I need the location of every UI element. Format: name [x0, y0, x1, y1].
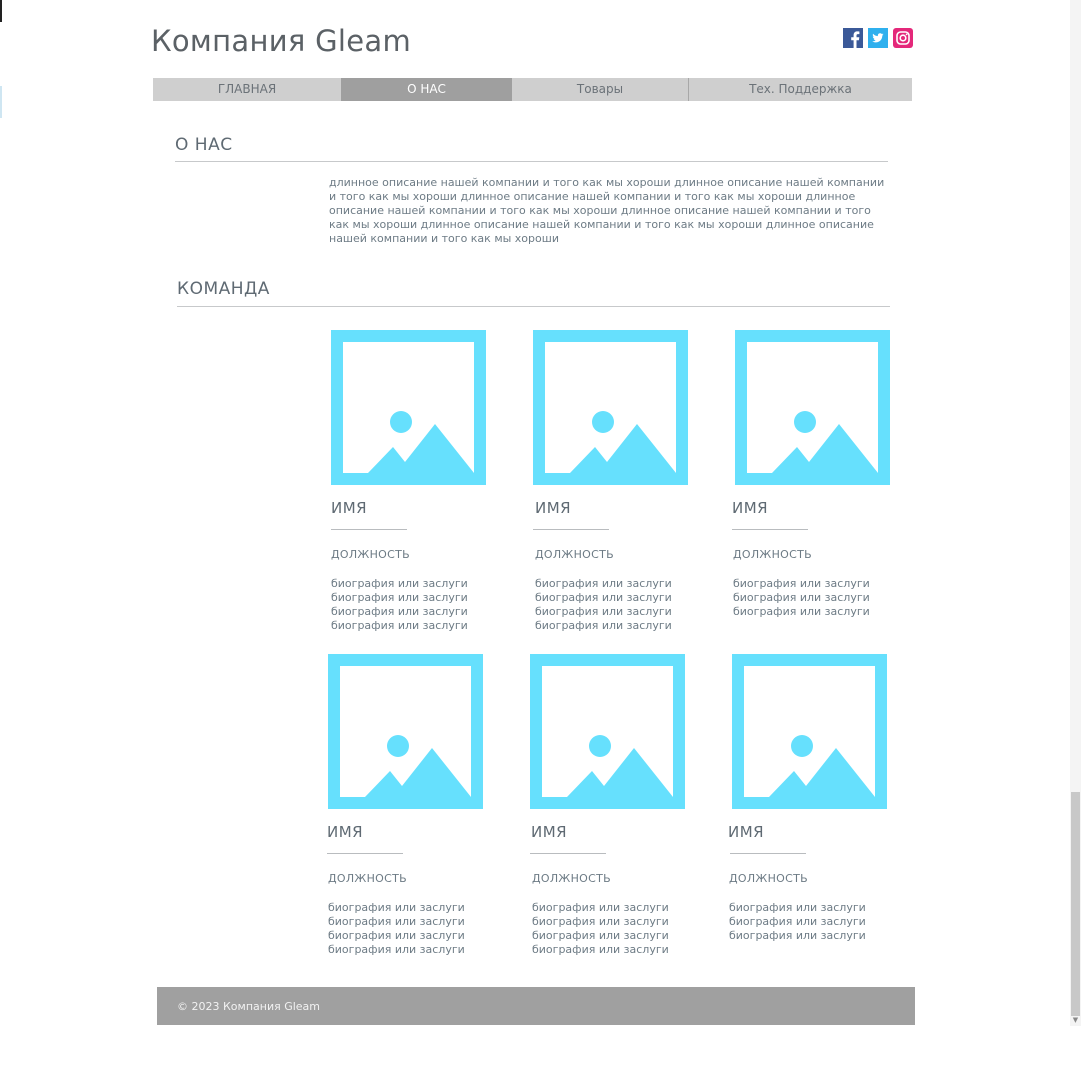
- bio-line: биография или заслуги: [328, 929, 465, 942]
- member-name: ИМЯ: [327, 823, 364, 841]
- member-role: ДОЛЖНОСТЬ: [535, 548, 614, 561]
- bio-line: биография или заслуги: [328, 901, 465, 914]
- name-divider: [331, 529, 407, 530]
- bio-line: биография или заслуги: [535, 591, 672, 604]
- bio-line: биография или заслуги: [733, 605, 870, 618]
- bio-line: биография или заслуги: [729, 929, 866, 942]
- name-divider: [732, 529, 808, 530]
- bio-line: биография или заслуги: [532, 943, 669, 956]
- bio-line: биография или заслуги: [328, 915, 465, 928]
- window-edge-mark: [0, 86, 2, 118]
- about-description: длинное описание нашей компании и того к…: [329, 176, 885, 245]
- facebook-icon[interactable]: [843, 28, 863, 48]
- bio-line: биография или заслуги: [532, 929, 669, 942]
- image-placeholder-icon: [533, 330, 688, 485]
- scroll-down-arrow-icon[interactable]: ▼: [1071, 1016, 1080, 1025]
- member-name: ИМЯ: [728, 823, 765, 841]
- member-role: ДОЛЖНОСТЬ: [733, 548, 812, 561]
- bio-line: биография или заслуги: [535, 619, 672, 632]
- bio-line: биография или заслуги: [535, 605, 672, 618]
- bio-line: биография или заслуги: [331, 605, 468, 618]
- name-divider: [327, 853, 403, 854]
- member-name: ИМЯ: [331, 499, 368, 517]
- nav-item-support[interactable]: Тех. Поддержка: [688, 78, 912, 101]
- member-name: ИМЯ: [732, 499, 769, 517]
- nav-item-about[interactable]: О НАС: [341, 78, 512, 101]
- team-member-card: ИМЯ ДОЛЖНОСТЬ биография или заслуги биог…: [331, 330, 491, 633]
- bio-line: биография или заслуги: [535, 577, 672, 590]
- bio-line: биография или заслуги: [729, 901, 866, 914]
- bio-line: биография или заслуги: [331, 619, 468, 632]
- window-edge-mark: [0, 0, 2, 22]
- nav-item-products[interactable]: Товары: [512, 78, 688, 101]
- member-bio: биография или заслуги биография или засл…: [733, 577, 895, 619]
- member-bio: биография или заслуги биография или засл…: [331, 577, 491, 633]
- main-nav: ГЛАВНАЯ О НАС Товары Тех. Поддержка: [153, 78, 912, 101]
- bio-line: биография или заслуги: [532, 915, 669, 928]
- member-role: ДОЛЖНОСТЬ: [331, 548, 410, 561]
- member-name: ИМЯ: [535, 499, 572, 517]
- instagram-icon[interactable]: [893, 28, 913, 48]
- footer-copyright: © 2023 Компания Gleam: [177, 1000, 321, 1013]
- bio-line: биография или заслуги: [532, 901, 669, 914]
- image-placeholder-icon: [732, 654, 887, 809]
- about-divider: [175, 161, 888, 162]
- image-placeholder-icon: [328, 654, 483, 809]
- bio-line: биография или заслуги: [733, 591, 870, 604]
- team-member-card: ИМЯ ДОЛЖНОСТЬ биография или заслуги биог…: [327, 654, 488, 957]
- team-member-card: ИМЯ ДОЛЖНОСТЬ биография или заслуги биог…: [530, 654, 690, 957]
- member-bio: биография или заслуги биография или засл…: [532, 901, 690, 957]
- team-title: КОМАНДА: [177, 279, 270, 299]
- image-placeholder-icon: [735, 330, 890, 485]
- bio-line: биография или заслуги: [733, 577, 870, 590]
- team-member-card: ИМЯ ДОЛЖНОСТЬ биография или заслуги биог…: [533, 330, 693, 633]
- member-role: ДОЛЖНОСТЬ: [328, 872, 407, 885]
- team-member-card: ИМЯ ДОЛЖНОСТЬ биография или заслуги биог…: [732, 330, 895, 619]
- member-bio: биография или заслуги биография или засл…: [328, 901, 488, 957]
- bio-line: биография или заслуги: [331, 591, 468, 604]
- about-title: О НАС: [175, 135, 233, 155]
- image-placeholder-icon: [331, 330, 486, 485]
- name-divider: [530, 853, 606, 854]
- member-bio: биография или заслуги биография или засл…: [535, 577, 693, 633]
- bio-line: биография или заслуги: [328, 943, 465, 956]
- twitter-icon[interactable]: [868, 28, 888, 48]
- bio-line: биография или заслуги: [331, 577, 468, 590]
- member-bio: биография или заслуги биография или засл…: [729, 901, 892, 943]
- bio-line: биография или заслуги: [729, 915, 866, 928]
- member-role: ДОЛЖНОСТЬ: [532, 872, 611, 885]
- member-name: ИМЯ: [531, 823, 568, 841]
- team-divider: [177, 306, 890, 307]
- scrollbar-thumb[interactable]: [1071, 792, 1080, 1016]
- image-placeholder-icon: [530, 654, 685, 809]
- nav-item-home[interactable]: ГЛАВНАЯ: [153, 78, 341, 101]
- member-role: ДОЛЖНОСТЬ: [729, 872, 808, 885]
- team-member-card: ИМЯ ДОЛЖНОСТЬ биография или заслуги биог…: [728, 654, 892, 943]
- name-divider: [533, 529, 609, 530]
- site-title: Компания Gleam: [151, 24, 412, 58]
- name-divider: [730, 853, 806, 854]
